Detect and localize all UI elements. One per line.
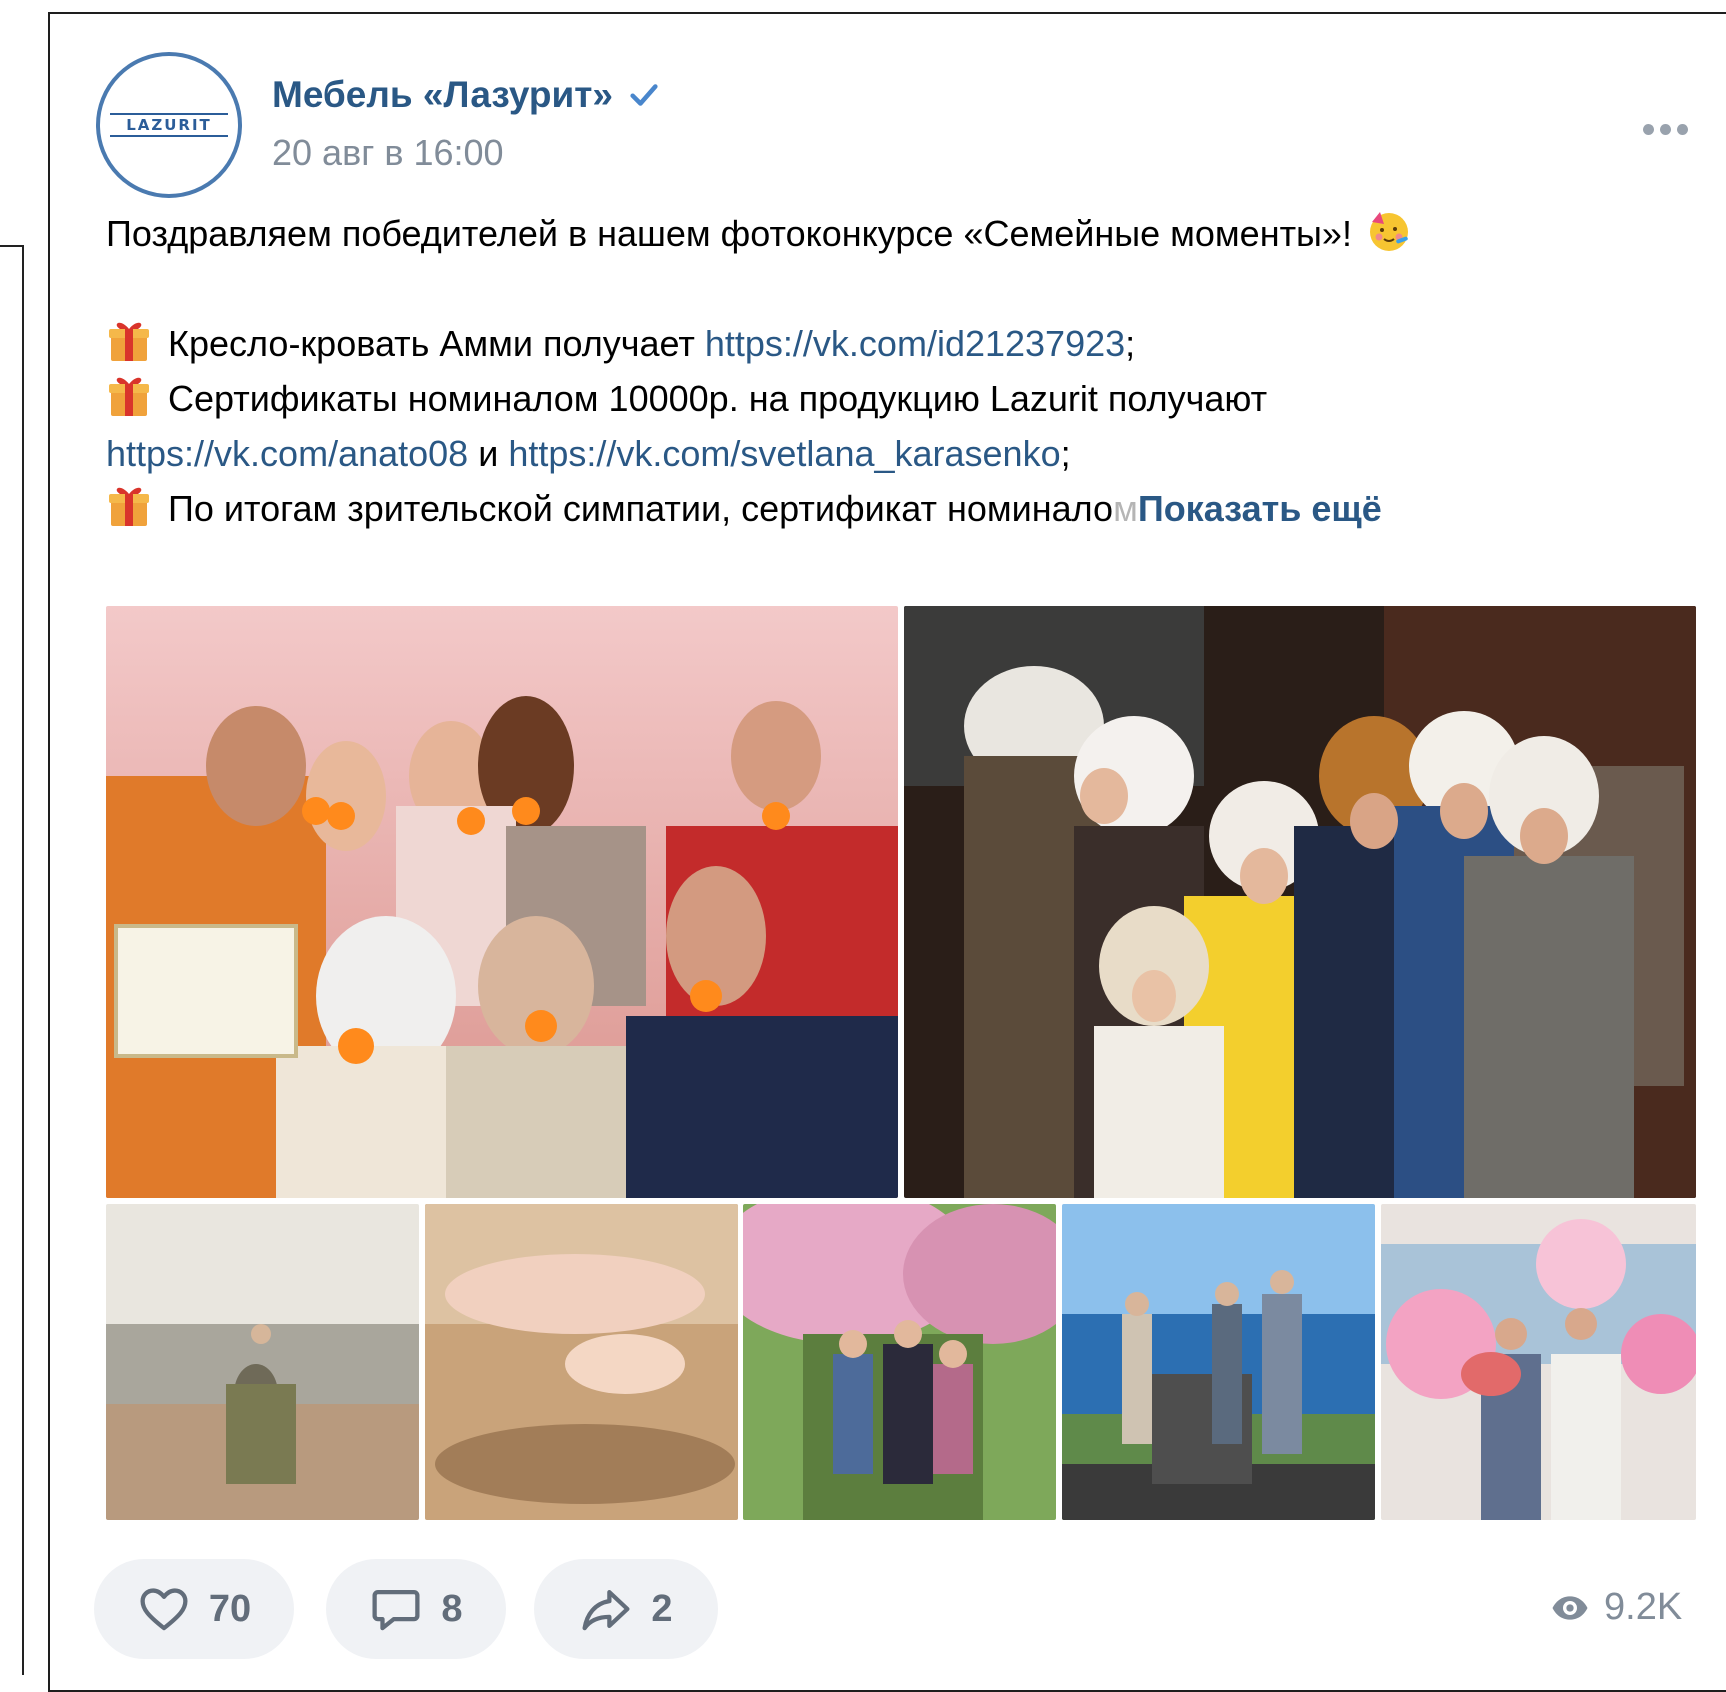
more-dot xyxy=(1659,123,1671,135)
winner-link-1[interactable]: https://vk.com/id21237923 xyxy=(705,323,1125,364)
post-text-line-3: Сертификаты номиналом 10000р. на продукц… xyxy=(106,371,1686,426)
photo-image xyxy=(106,1204,419,1520)
post-timestamp[interactable]: 20 авг в 16:00 xyxy=(272,132,504,174)
prize-3-text: По итогам зрительской симпатии, сертифик… xyxy=(168,488,1114,529)
more-options-button[interactable] xyxy=(1630,114,1700,144)
group-name-row: Мебель «Лазурит» xyxy=(272,74,661,116)
photo-baby-feet-sand[interactable] xyxy=(425,1204,738,1520)
post-text-line-2: Кресло-кровать Амми получает https://vk.… xyxy=(106,316,1686,371)
check-icon xyxy=(630,84,658,106)
photo-image xyxy=(1381,1204,1696,1520)
winner-link-2[interactable]: https://vk.com/anato08 xyxy=(106,433,468,474)
views-counter: 9.2K xyxy=(1550,1586,1682,1629)
photo-image xyxy=(904,606,1696,1198)
more-dot xyxy=(1676,123,1688,135)
comment-icon xyxy=(372,1589,420,1631)
post-text-line-4: https://vk.com/anato08 и https://vk.com/… xyxy=(106,426,1686,481)
photo-image xyxy=(743,1204,1056,1520)
heart-icon xyxy=(140,1588,188,1631)
gift-emoji xyxy=(109,322,149,361)
photo-sakura-family[interactable] xyxy=(743,1204,1056,1520)
gift-emoji xyxy=(109,377,149,416)
party-face-emoji xyxy=(1369,212,1408,251)
photo-sea-view-family[interactable] xyxy=(1062,1204,1375,1520)
post-text-line-5: По итогам зрительской симпатии, сертифик… xyxy=(106,481,1686,536)
show-more-link[interactable]: Показать ещё xyxy=(1138,488,1382,529)
gift-emoji xyxy=(109,487,149,526)
avatar-logo: LAZURIT xyxy=(110,113,228,137)
photo-balloons-newborn[interactable] xyxy=(1381,1204,1696,1520)
comment-button[interactable]: 8 xyxy=(326,1559,506,1659)
congrats-text: Поздравляем победителей в нашем фотоконк… xyxy=(106,213,1352,254)
punctuation: ; xyxy=(1125,323,1136,364)
comment-count: 8 xyxy=(441,1587,463,1630)
photo-beach-family[interactable] xyxy=(106,1204,419,1520)
family-photo-animal-hats[interactable] xyxy=(904,606,1696,1198)
share-button[interactable]: 2 xyxy=(534,1559,718,1659)
share-icon xyxy=(582,1589,630,1631)
post-text: Поздравляем победителей в нашем фотоконк… xyxy=(106,206,1686,536)
group-name-link[interactable]: Мебель «Лазурит» xyxy=(272,74,613,116)
like-button[interactable]: 70 xyxy=(94,1559,294,1659)
photo-image xyxy=(106,606,898,1198)
prize-2-text: Сертификаты номиналом 10000р. на продукц… xyxy=(168,378,1268,419)
photo-image xyxy=(1062,1204,1375,1520)
post-card: LAZURIT Мебель «Лазурит» 20 авг в 16:00 … xyxy=(48,12,1726,1692)
prize-1-text: Кресло-кровать Амми получает xyxy=(168,323,705,364)
photo-image xyxy=(425,1204,738,1520)
share-count: 2 xyxy=(651,1587,673,1630)
more-dots-icon xyxy=(1642,123,1654,135)
group-avatar[interactable]: LAZURIT xyxy=(96,52,242,198)
family-photo-oranges[interactable] xyxy=(106,606,898,1198)
conjunction: и xyxy=(468,433,509,474)
winner-link-3[interactable]: https://vk.com/svetlana_karasenko xyxy=(508,433,1060,474)
eye-icon xyxy=(1552,1595,1588,1620)
post-text-line-1: Поздравляем победителей в нашем фотоконк… xyxy=(106,206,1686,261)
faded-text: м xyxy=(1113,488,1138,529)
punctuation: ; xyxy=(1060,433,1071,474)
like-count: 70 xyxy=(208,1587,252,1630)
views-count: 9.2K xyxy=(1604,1586,1683,1628)
adjacent-panel-edge xyxy=(0,245,24,1675)
